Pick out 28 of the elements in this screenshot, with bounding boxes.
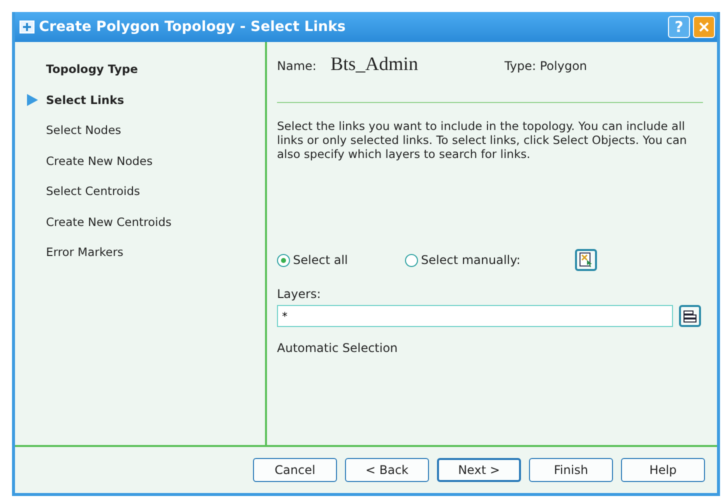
wizard-button[interactable]: < Back bbox=[345, 458, 429, 482]
close-icon bbox=[698, 21, 710, 33]
wizard-step[interactable]: Error Markers bbox=[46, 245, 124, 260]
select-objects-icon bbox=[578, 252, 594, 268]
list-icon bbox=[682, 308, 698, 324]
automatic-selection-label: Automatic Selection bbox=[277, 341, 399, 355]
name-label: Name: bbox=[277, 59, 316, 73]
wizard-step[interactable]: Topology Type bbox=[46, 62, 138, 76]
radio-option[interactable]: Select all bbox=[277, 253, 405, 267]
window-icon bbox=[19, 20, 35, 34]
type-label: Type: Polygon bbox=[504, 59, 588, 73]
wizard-button[interactable]: Next > bbox=[437, 458, 521, 482]
layers-field[interactable]: * bbox=[277, 305, 673, 327]
wizard-button[interactable]: Cancel bbox=[253, 458, 337, 482]
select-objects-button[interactable] bbox=[575, 249, 597, 271]
window-title: Create Polygon Topology - Select Links bbox=[39, 19, 347, 35]
wizard-step[interactable]: Select Nodes bbox=[46, 123, 122, 138]
layers-button[interactable] bbox=[679, 305, 701, 327]
radio-option[interactable]: Select manually: bbox=[405, 253, 575, 267]
wizard-button[interactable]: Help bbox=[621, 458, 705, 482]
name-value: Bts_Admin bbox=[330, 54, 420, 76]
description-text: Select the links you want to include in the topology. You can include all links or only selected links. To select links, click Select Objects. You can also specify which layers to search for links. bbox=[277, 119, 688, 161]
layers-label: Layers: bbox=[277, 287, 322, 301]
wizard-button[interactable]: Finish bbox=[529, 458, 613, 482]
wizard-step[interactable]: Select Centroids bbox=[46, 184, 140, 198]
wizard-step[interactable]: Create New Nodes bbox=[46, 154, 153, 168]
wizard-step[interactable]: Select Links bbox=[46, 92, 124, 107]
wizard-step[interactable]: Create New Centroids bbox=[46, 214, 172, 229]
